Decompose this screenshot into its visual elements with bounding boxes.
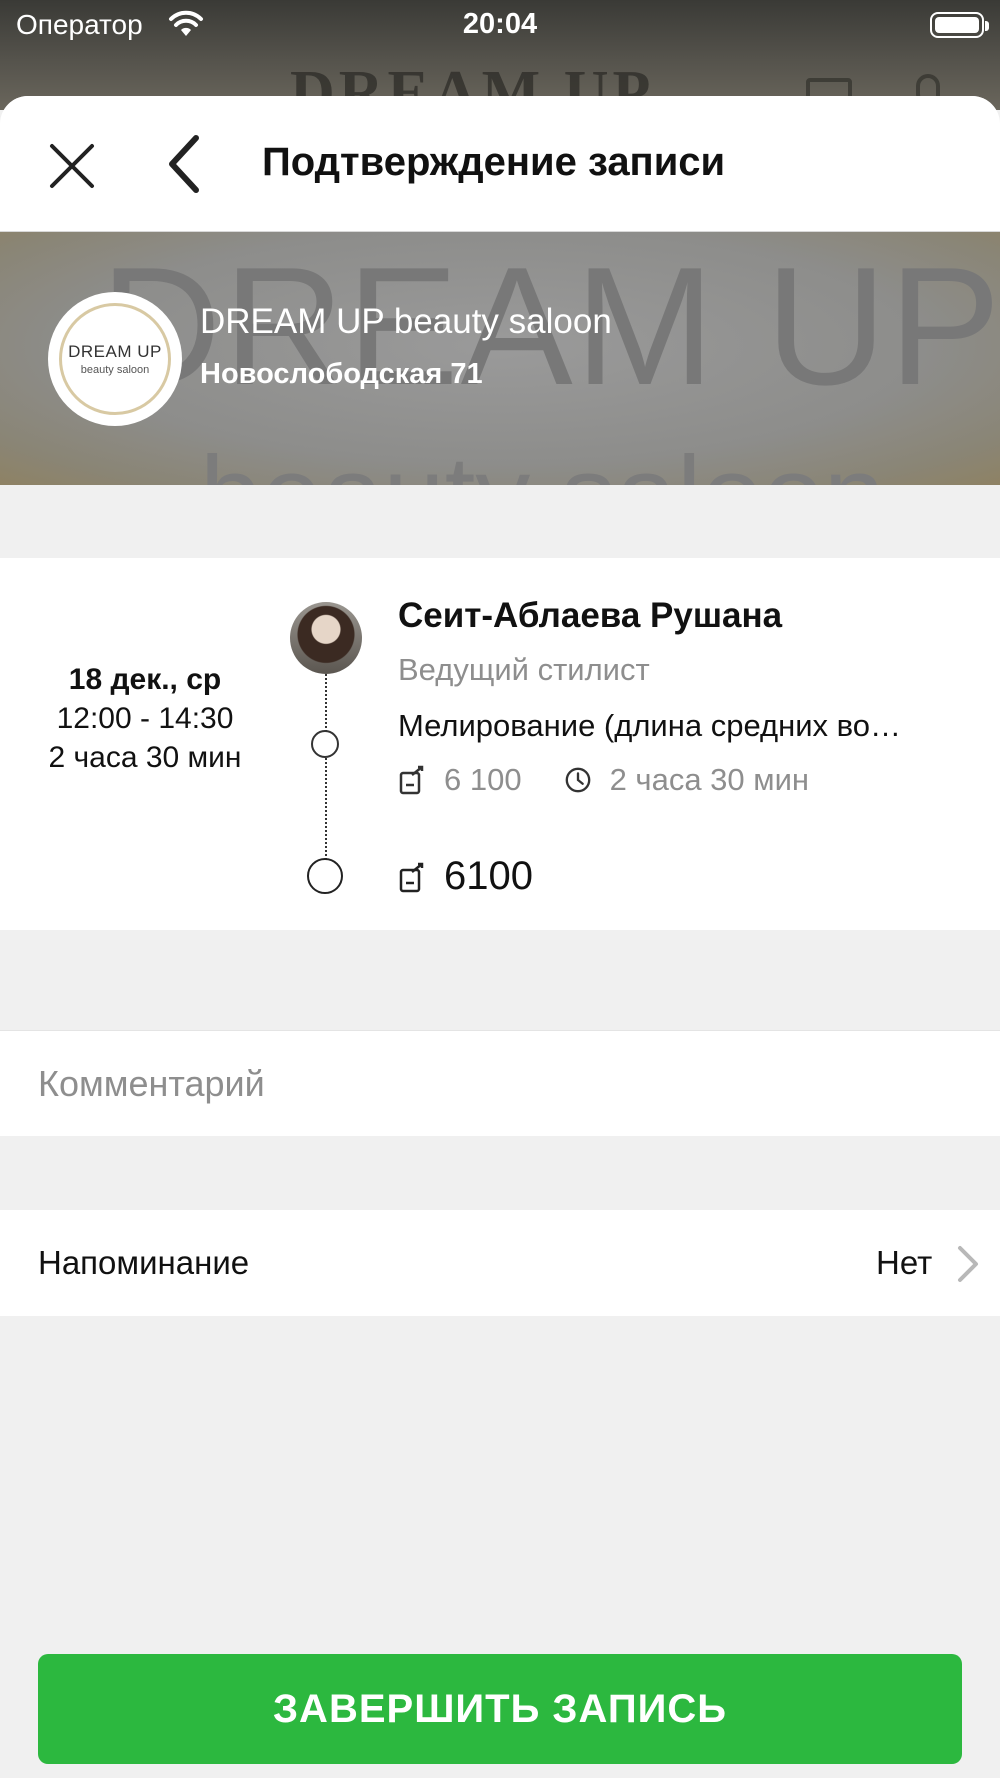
comment-field[interactable]: Комментарий [0, 1030, 1000, 1136]
salon-name: DREAM UP beauty saloon [200, 302, 612, 341]
banner-background-subtext: beauty saloon [200, 432, 885, 485]
nav-bar: Подтверждение записи [0, 96, 1000, 232]
master-role: Ведущий стилист [398, 652, 650, 687]
booking-date: 18 дек., ср [68, 663, 222, 696]
timeline-total-dot [307, 858, 343, 894]
close-icon[interactable] [42, 136, 102, 196]
comment-placeholder: Комментарий [38, 1063, 265, 1104]
chevron-right-icon [958, 1246, 978, 1282]
date-block: 18 дек., ср 12:00 - 14:30 2 часа 30 мин [40, 660, 250, 777]
total-row: 6100 [398, 854, 533, 899]
service-meta: 6 100 2 часа 30 мин [398, 762, 809, 798]
salon-logo: DREAM UP beauty saloon [48, 292, 182, 426]
booking-card: 18 дек., ср 12:00 - 14:30 2 часа 30 мин … [0, 558, 1000, 930]
reminder-label: Напоминание [38, 1244, 250, 1281]
booking-sheet: Подтверждение записи DREAM UP beauty sal… [0, 96, 1000, 1778]
timeline-service-dot [311, 730, 339, 758]
status-bar: Оператор 20:04 [0, 0, 1000, 52]
salon-banner: DREAM UP beauty saloon DREAM UP beauty s… [0, 232, 1000, 485]
logo-main-text: DREAM UP [68, 342, 162, 361]
salon-address: Новослободская 71 [200, 358, 483, 390]
clock-icon [565, 767, 590, 793]
logo-sub-text: beauty saloon [80, 364, 150, 376]
service-duration: 2 часа 30 мин [609, 762, 810, 797]
avatar [290, 602, 362, 674]
booking-time-range: 12:00 - 14:30 [56, 702, 234, 735]
reminder-row[interactable]: Напоминание Нет [0, 1210, 1000, 1316]
service-name: Мелирование (длина средних во… [398, 708, 902, 743]
clock: 20:04 [462, 8, 538, 40]
service-price: 6 100 [444, 762, 522, 797]
back-chevron-icon[interactable] [160, 132, 210, 196]
battery-icon [930, 12, 989, 38]
master-name: Сеит-Аблаева Рушана [398, 596, 783, 635]
complete-booking-button[interactable]: ЗАВЕРШИТЬ ЗАПИСЬ [38, 1654, 962, 1764]
total-price: 6100 [444, 854, 533, 898]
price-tag-icon [399, 765, 424, 795]
reminder-value: Нет [876, 1244, 933, 1281]
booking-duration: 2 часа 30 мин [48, 741, 242, 774]
price-tag-icon [399, 862, 424, 892]
page-title: Подтверждение записи [262, 140, 726, 184]
timeline-line [325, 674, 327, 864]
